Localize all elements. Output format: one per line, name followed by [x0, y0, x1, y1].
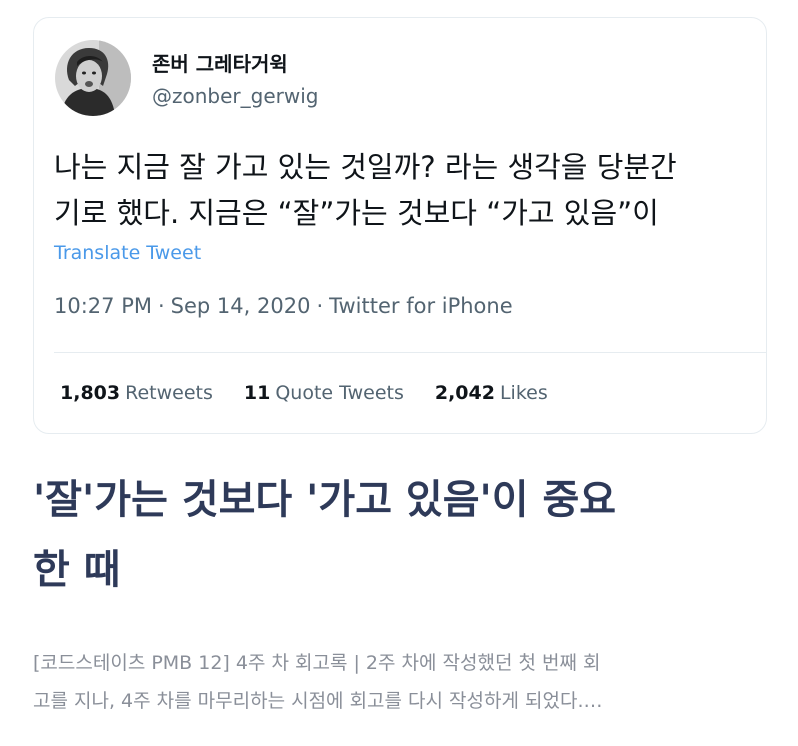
tweet-source[interactable]: Twitter for iPhone — [329, 294, 513, 318]
article-title-line: '잘'가는 것보다 '가고 있음'이 중요 — [33, 477, 617, 523]
tweet-metadata: 10:27 PM · Sep 14, 2020 · Twitter for iPhone — [54, 294, 513, 318]
profile-photo-icon — [55, 40, 131, 116]
translate-tweet-link[interactable]: Translate Tweet — [54, 242, 201, 264]
likes-stat[interactable]: 2,042 Likes — [435, 382, 548, 404]
embedded-tweet-card[interactable]: 존버 그레타거윅 @zonber_gerwig 나는 지금 잘 가고 있는 것일… — [33, 17, 767, 434]
article-description-line: 고를 지나, 4주 차를 마무리하는 시점에 회고를 다시 작성하게 되었다.… — [33, 690, 603, 712]
retweets-count: 1,803 — [60, 382, 121, 404]
stats-divider — [54, 352, 766, 353]
article-title-line: 한 때 — [33, 547, 121, 593]
tweet-text: 나는 지금 잘 가고 있는 것일까? 라는 생각을 당분간 기로 했다. 지금은… — [54, 144, 766, 236]
article-description: [코드스테이츠 PMB 12] 4주 차 회고록 | 2주 차에 작성했던 첫 … — [33, 644, 773, 720]
tweet-text-line: 기로 했다. 지금은 “잘”가는 것보다 “가고 있음”이 — [54, 196, 659, 230]
likes-count: 2,042 — [434, 382, 495, 404]
article-description-line: [코드스테이츠 PMB 12] 4주 차 회고록 | 2주 차에 작성했던 첫 … — [33, 652, 601, 674]
meta-separator: · — [157, 294, 165, 318]
author-handle[interactable]: @zonber_gerwig — [152, 84, 318, 108]
tweet-stats: 1,803 Retweets 11 Quote Tweets 2,042 Likes — [60, 382, 548, 404]
retweets-label: Retweets — [125, 382, 213, 404]
quote-tweets-count: 11 — [243, 382, 271, 404]
retweets-stat[interactable]: 1,803 Retweets — [60, 382, 213, 404]
author-avatar[interactable] — [55, 40, 131, 116]
article-title[interactable]: '잘'가는 것보다 '가고 있음'이 중요 한 때 — [33, 465, 763, 605]
quote-tweets-label: Quote Tweets — [275, 382, 404, 404]
tweet-time[interactable]: 10:27 PM — [54, 294, 152, 318]
author-display-name[interactable]: 존버 그레타거윅 — [152, 48, 288, 77]
page: 존버 그레타거윅 @zonber_gerwig 나는 지금 잘 가고 있는 것일… — [0, 0, 798, 746]
quote-tweets-stat[interactable]: 11 Quote Tweets — [244, 382, 404, 404]
meta-separator: · — [316, 294, 324, 318]
tweet-text-line: 나는 지금 잘 가고 있는 것일까? 라는 생각을 당분간 — [54, 150, 677, 184]
likes-label: Likes — [499, 382, 548, 404]
tweet-date[interactable]: Sep 14, 2020 — [171, 294, 311, 318]
